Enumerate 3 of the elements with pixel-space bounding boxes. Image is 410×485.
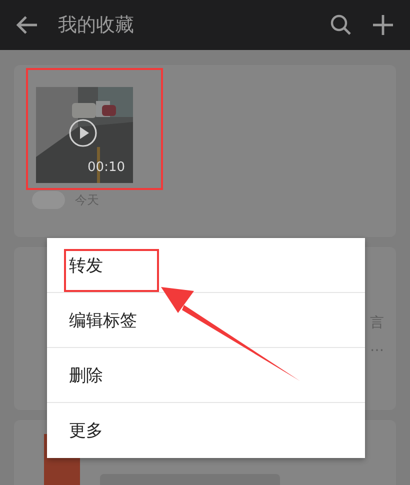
page-title: 我的收藏 [58, 13, 135, 38]
note-text: … [370, 338, 384, 357]
video-duration: 00:10 [88, 160, 125, 175]
